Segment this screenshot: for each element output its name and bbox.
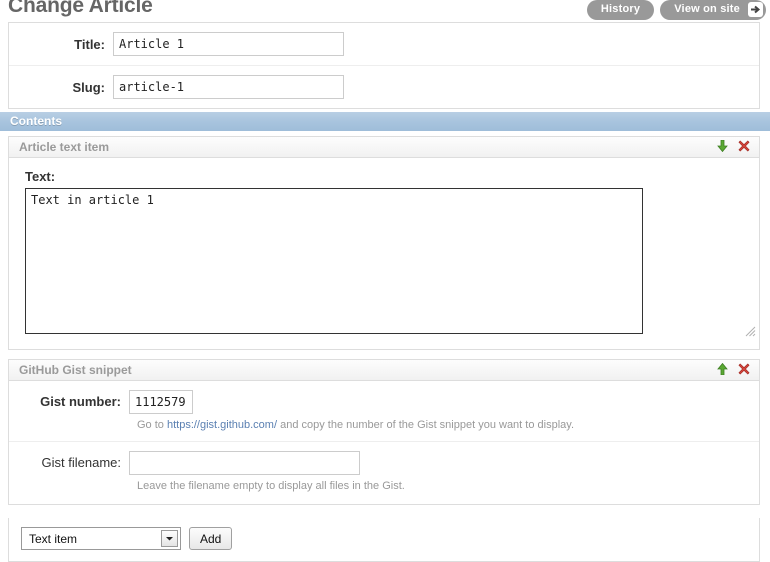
- add-button[interactable]: Add: [189, 527, 233, 550]
- gist-github-link[interactable]: https://gist.github.com/: [167, 419, 277, 431]
- arrow-right-icon: [748, 2, 763, 17]
- help-prefix: Go to: [137, 419, 167, 431]
- slug-label: Slug:: [72, 79, 106, 95]
- help-suffix: and copy the number of the Gist snippet …: [277, 419, 574, 431]
- gist-number-help: Go to https://gist.github.com/ and copy …: [137, 419, 759, 431]
- gist-bottom-spacer: [9, 492, 759, 504]
- title-label: Title:: [74, 36, 105, 52]
- add-item-row: Text item Add: [8, 518, 760, 562]
- inline-header-github-gist-snippet: GitHub Gist snippet: [9, 360, 759, 381]
- inline-actions: [717, 362, 750, 376]
- view-on-site-label: View on site: [674, 3, 740, 15]
- textarea-wrapper: [25, 188, 759, 339]
- inline-actions: [717, 139, 750, 153]
- item-type-select-value: Text item: [29, 531, 78, 546]
- inline-github-gist-snippet: GitHub Gist snippet Gist number: 1112579…: [8, 359, 760, 505]
- chevron-down-icon[interactable]: [161, 530, 178, 547]
- page-title: Change Article: [8, 0, 153, 17]
- gist-filename-help: Leave the filename empty to display all …: [137, 480, 405, 492]
- resize-grip-icon[interactable]: [745, 324, 756, 337]
- gist-number-row: Gist number: Go to https://gist.github.c…: [9, 381, 759, 442]
- gist-row-divider: [9, 431, 759, 442]
- inline-title: GitHub Gist snippet: [19, 363, 132, 377]
- gist-filename-label: Gist filename:: [41, 455, 121, 470]
- main-fieldset: Title: Slug:: [8, 22, 760, 109]
- object-tools: History View on site: [586, 0, 766, 20]
- gist-number-label: Gist number:: [40, 394, 121, 409]
- arrow-down-green-icon[interactable]: [717, 139, 728, 153]
- text-field-label: Text:: [25, 169, 56, 184]
- form-row-title: Title:: [9, 23, 759, 66]
- contents-section-bar: Contents: [0, 112, 770, 131]
- form-row-slug: Slug:: [9, 66, 759, 109]
- delete-red-x-icon[interactable]: [738, 363, 750, 375]
- arrow-up-green-icon[interactable]: [717, 362, 728, 376]
- text-textarea[interactable]: [25, 188, 643, 334]
- history-button[interactable]: History: [586, 0, 655, 20]
- inline-title: Article text item: [19, 140, 110, 154]
- inline-header-article-text-item: Article text item: [9, 137, 759, 158]
- gist-filename-input[interactable]: [129, 451, 360, 475]
- change-article-page: Change Article History View on site Titl…: [0, 0, 770, 562]
- contents-label: Contents: [10, 114, 62, 128]
- slug-input[interactable]: [113, 75, 344, 99]
- gist-filename-row: Gist filename: Leave the filename empty …: [9, 442, 759, 504]
- inline-article-text-item: Article text item Text:: [8, 136, 760, 350]
- gist-number-input[interactable]: [129, 390, 193, 414]
- delete-red-x-icon[interactable]: [738, 140, 750, 152]
- title-input[interactable]: [113, 32, 344, 56]
- view-on-site-button[interactable]: View on site: [660, 0, 766, 20]
- inline-body-article-text-item: Text:: [9, 158, 759, 349]
- item-type-select[interactable]: Text item: [21, 527, 181, 550]
